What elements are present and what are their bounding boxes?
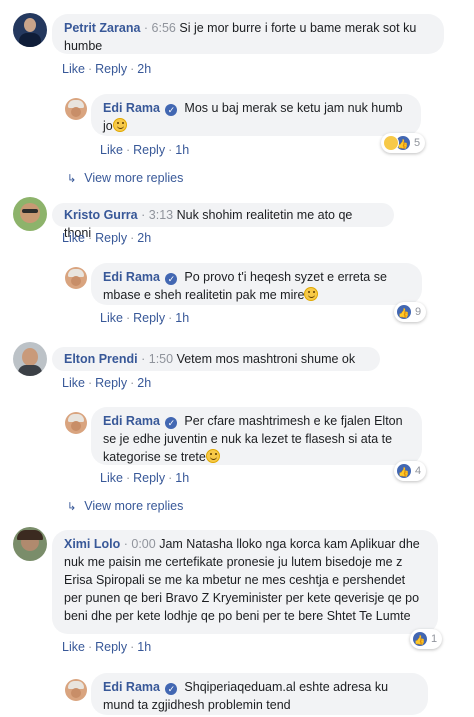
verified-badge-icon: ✓	[165, 417, 178, 429]
avatar[interactable]	[65, 679, 87, 701]
reaction-count: 4	[415, 465, 422, 477]
reaction-count: 9	[415, 306, 422, 318]
like-link[interactable]: Like	[100, 143, 123, 157]
reply-arrow-icon: ↳	[67, 501, 77, 513]
comment-age[interactable]: 1h	[175, 471, 189, 485]
verified-badge-icon: ✓	[165, 104, 178, 116]
reply-link[interactable]: Reply	[133, 311, 165, 325]
like-link[interactable]: Like	[62, 62, 85, 76]
view-more-replies[interactable]: ↳ View more replies	[67, 171, 183, 185]
video-timestamp[interactable]: 6:56	[152, 21, 176, 35]
reply-link[interactable]: Reply	[95, 62, 127, 76]
view-more-replies[interactable]: ↳ View more replies	[67, 499, 183, 513]
comment-actions: Like · Reply · 2h	[62, 376, 152, 390]
like-link[interactable]: Like	[62, 640, 85, 654]
reaction-summary[interactable]: 👍 1	[410, 629, 443, 649]
comment-bubble: Edi Rama ✓ Shqiperiaqeduam.al eshte adre…	[91, 673, 428, 715]
verified-badge-icon: ✓	[165, 273, 178, 285]
comment-age[interactable]: 1h	[137, 640, 151, 654]
reaction-summary[interactable]: 👍 5	[381, 133, 426, 153]
like-link[interactable]: Like	[100, 311, 123, 325]
avatar[interactable]	[65, 98, 87, 120]
reply-arrow-icon: ↳	[67, 173, 77, 185]
comment-bubble: Edi Rama ✓ Po provo t'i heqesh syzet e e…	[91, 263, 422, 305]
comment-author[interactable]: Edi Rama	[103, 270, 160, 284]
comment-author[interactable]: Edi Rama	[103, 101, 160, 115]
comment-age[interactable]: 1h	[175, 143, 189, 157]
comment-actions: Like · Reply · 1h	[100, 143, 190, 157]
comment-actions: Like · Reply · 2h	[62, 231, 152, 245]
comment-age[interactable]: 2h	[137, 231, 151, 245]
comment-author[interactable]: Petrit Zarana	[64, 21, 140, 35]
like-reaction-icon: 👍	[396, 463, 412, 479]
comment-bubble: Edi Rama ✓ Mos u baj merak se ketu jam n…	[91, 94, 421, 136]
like-reaction-icon: 👍	[396, 304, 412, 320]
comment-age[interactable]: 2h	[137, 376, 151, 390]
comment-author[interactable]: Elton Prendi	[64, 352, 138, 366]
haha-reaction-icon	[383, 135, 399, 151]
like-link[interactable]: Like	[100, 471, 123, 485]
reply-link[interactable]: Reply	[95, 231, 127, 245]
reply-link[interactable]: Reply	[133, 471, 165, 485]
video-timestamp[interactable]: 3:13	[149, 208, 173, 222]
comment-author[interactable]: Ximi Lolo	[64, 537, 120, 551]
comment-actions: Like · Reply · 1h	[100, 311, 190, 325]
comment-author[interactable]: Kristo Gurra	[64, 208, 138, 222]
comment-bubble: Edi Rama ✓ Per cfare mashtrimesh e ke fj…	[91, 407, 422, 465]
comment-bubble: Kristo Gurra · 3:13 Nuk shohim realiteti…	[52, 203, 394, 240]
reaction-count: 5	[414, 137, 421, 149]
reaction-summary[interactable]: 👍 4	[394, 461, 427, 481]
video-timestamp[interactable]: 1:50	[149, 352, 173, 366]
like-reaction-icon: 👍	[412, 631, 428, 647]
comment-actions: Like · Reply · 1h	[62, 640, 152, 654]
comment-text: Vetem mos mashtroni shume ok	[176, 352, 356, 366]
avatar[interactable]	[13, 527, 47, 561]
comment-age[interactable]: 2h	[137, 62, 151, 76]
avatar[interactable]	[13, 197, 47, 231]
reply-link[interactable]: Reply	[95, 376, 127, 390]
comment-actions: Like · Reply · 1h	[100, 471, 190, 485]
reaction-count: 1	[431, 633, 438, 645]
reaction-summary[interactable]: 👍 9	[394, 302, 427, 322]
wink-emoji-icon	[205, 449, 220, 463]
comment-age[interactable]: 1h	[175, 311, 189, 325]
like-link[interactable]: Like	[62, 231, 85, 245]
comment-bubble: Ximi Lolo · 0:00 Jam Natasha lloko nga k…	[52, 530, 438, 634]
like-link[interactable]: Like	[62, 376, 85, 390]
comment-author[interactable]: Edi Rama	[103, 680, 160, 694]
comment-bubble: Petrit Zarana · 6:56 Si je mor burre i f…	[52, 14, 444, 54]
avatar[interactable]	[13, 342, 47, 376]
verified-badge-icon: ✓	[165, 683, 178, 695]
comment-actions: Like · Reply · 2h	[62, 62, 152, 76]
wink-emoji-icon	[304, 287, 319, 301]
reply-link[interactable]: Reply	[133, 143, 165, 157]
avatar[interactable]	[65, 267, 87, 289]
wink-emoji-icon	[112, 118, 127, 132]
video-timestamp[interactable]: 0:00	[131, 537, 155, 551]
avatar[interactable]	[13, 13, 47, 47]
avatar[interactable]	[65, 412, 87, 434]
comment-author[interactable]: Edi Rama	[103, 414, 160, 428]
comment-bubble: Elton Prendi · 1:50 Vetem mos mashtroni …	[52, 347, 380, 371]
reply-link[interactable]: Reply	[95, 640, 127, 654]
